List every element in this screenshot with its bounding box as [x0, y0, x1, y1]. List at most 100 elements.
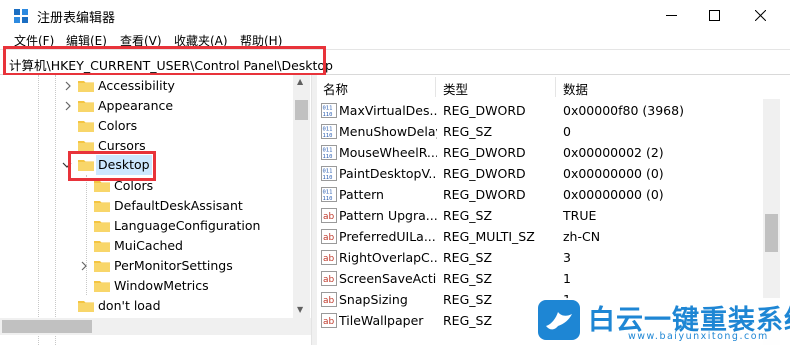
column-separator[interactable] [555, 77, 556, 97]
folder-icon [78, 81, 94, 92]
value-type: REG_SZ [443, 292, 493, 307]
column-header-data-label: 数据 [563, 82, 589, 97]
registry-editor-app-icon [14, 9, 28, 23]
column-separator[interactable] [435, 77, 436, 97]
column-header-type-label: 类型 [443, 82, 469, 97]
tree-item-appearance[interactable]: Appearance [0, 96, 293, 116]
tree-item-label: PerMonitorSettings [114, 258, 233, 273]
chevron-right-icon[interactable] [80, 261, 88, 271]
value-name: ScreenSaveActi... [339, 271, 437, 286]
tree-vertical-scrollbar[interactable]: ▲ ▼ [293, 75, 310, 318]
value-data: 0x00000f80 (3968) [563, 103, 684, 118]
tree-item-windowmetrics[interactable]: WindowMetrics [0, 276, 293, 296]
svg-text:110: 110 [323, 175, 333, 181]
folder-icon [94, 201, 110, 212]
folder-icon [78, 121, 94, 132]
svg-text:011: 011 [323, 169, 333, 175]
tree-item-label: DefaultDeskAssisant [114, 198, 243, 213]
folder-icon [78, 301, 94, 312]
string-value-icon: ab [321, 271, 337, 286]
value-row[interactable]: ab RightOverlapC... REG_SZ 3 [317, 247, 777, 268]
value-name: MaxVirtualDes... [339, 103, 437, 118]
title-bar: 注册表编辑器 [0, 0, 790, 31]
svg-text:011: 011 [323, 148, 333, 154]
value-type: REG_MULTI_SZ [443, 229, 535, 244]
column-header-type[interactable]: 类型 [437, 75, 557, 99]
value-type: REG_DWORD [443, 103, 526, 118]
tree-item-muicached[interactable]: MuiCached [0, 236, 293, 256]
folder-icon [94, 261, 110, 272]
value-data: TRUE [563, 208, 597, 223]
tree-item-accessibility[interactable]: Accessibility [0, 76, 293, 96]
value-type: REG_DWORD [443, 145, 526, 160]
maximize-button[interactable] [691, 0, 737, 31]
binary-value-icon: 011110 [321, 187, 337, 202]
value-row[interactable]: ab Pattern Upgra... REG_SZ TRUE [317, 205, 777, 226]
svg-text:ab: ab [323, 233, 335, 243]
close-icon [754, 10, 766, 21]
value-data: 0x00000000 (0) [563, 166, 664, 181]
address-highlight-box [3, 46, 326, 76]
scrollbar-thumb[interactable] [295, 100, 308, 120]
svg-text:011: 011 [323, 190, 333, 196]
value-data: 0 [563, 124, 571, 139]
string-value-icon: ab [321, 208, 337, 223]
maximize-icon [708, 10, 720, 21]
column-header-name[interactable]: 名称 [317, 75, 437, 99]
value-row[interactable]: 011 110 Pattern REG_DWORD 0x00000000 (0) [317, 184, 777, 205]
folder-icon [94, 241, 110, 252]
svg-text:110: 110 [323, 154, 333, 160]
tree-item-permonitorsettings[interactable]: PerMonitorSettings [0, 256, 293, 276]
binary-value-icon: 011110 [321, 166, 337, 181]
scrollbar-thumb[interactable] [765, 214, 778, 252]
tree-item-colors[interactable]: Colors [0, 116, 293, 136]
value-type: REG_SZ [443, 313, 493, 328]
value-row[interactable]: ab PreferredUILa... REG_MULTI_SZ zh-CN [317, 226, 777, 247]
svg-text:110: 110 [323, 133, 333, 139]
watermark: 白云一键重装系统 www.baiyunxitong.com [532, 298, 790, 345]
tree-item-label: WindowMetrics [114, 278, 209, 293]
value-row[interactable]: 011 110 MenuShowDelay REG_SZ 0 [317, 121, 777, 142]
string-value-icon: ab [321, 313, 337, 328]
value-data: 3 [563, 250, 571, 265]
value-type: REG_SZ [443, 208, 493, 223]
folder-icon [94, 221, 110, 232]
chevron-right-icon[interactable] [64, 101, 72, 111]
tree-item-label: Colors [98, 118, 138, 133]
tree-horizontal-scrollbar[interactable] [0, 318, 311, 335]
value-row[interactable]: 011 110 MaxVirtualDes... REG_DWORD 0x00000f8… [317, 100, 777, 121]
svg-text:ab: ab [323, 296, 335, 306]
value-name: RightOverlapC... [339, 250, 437, 265]
value-data: 0x00000000 (0) [563, 187, 664, 202]
string-value-icon: ab [321, 250, 337, 265]
value-type: REG_DWORD [443, 166, 526, 181]
key-tree-pane[interactable]: Accessibility Appearance Colors Cursors … [0, 75, 311, 345]
value-data: 0x00000002 (2) [563, 145, 664, 160]
tree-item-dont-load[interactable]: don't load [0, 296, 293, 316]
binary-value-icon: 011110 [321, 145, 337, 160]
tree-item-label: LanguageConfiguration [114, 218, 261, 233]
minimize-button[interactable] [648, 0, 694, 31]
value-type: REG_DWORD [443, 187, 526, 202]
value-name: SnapSizing [339, 292, 408, 307]
scroll-down-icon[interactable]: ▼ [297, 305, 303, 314]
tree-item-languageconfiguration[interactable]: LanguageConfiguration [0, 216, 293, 236]
svg-text:110: 110 [323, 196, 333, 202]
scroll-up-icon[interactable]: ▲ [297, 77, 303, 86]
folder-icon [78, 101, 94, 112]
column-header-name-label: 名称 [323, 82, 349, 97]
tree-item-defaultdeskassisant[interactable]: DefaultDeskAssisant [0, 196, 293, 216]
tree-item-label: Accessibility [98, 78, 175, 93]
value-row[interactable]: ab ScreenSaveActi... REG_SZ 1 [317, 268, 777, 289]
column-header-data[interactable]: 数据 [557, 75, 777, 99]
value-row[interactable]: 011 110 MouseWheelR... REG_DWORD 0x00000002 … [317, 142, 777, 163]
value-data: 1 [563, 271, 571, 286]
close-button[interactable] [737, 0, 783, 31]
scrollbar-thumb[interactable] [2, 320, 92, 333]
value-name: Pattern [339, 187, 384, 202]
chevron-right-icon[interactable] [64, 81, 72, 91]
svg-text:ab: ab [323, 254, 335, 264]
window-title: 注册表编辑器 [37, 11, 116, 26]
svg-text:011: 011 [323, 127, 333, 133]
value-row[interactable]: 011 110 PaintDesktopV... REG_DWORD 0x0000000… [317, 163, 777, 184]
